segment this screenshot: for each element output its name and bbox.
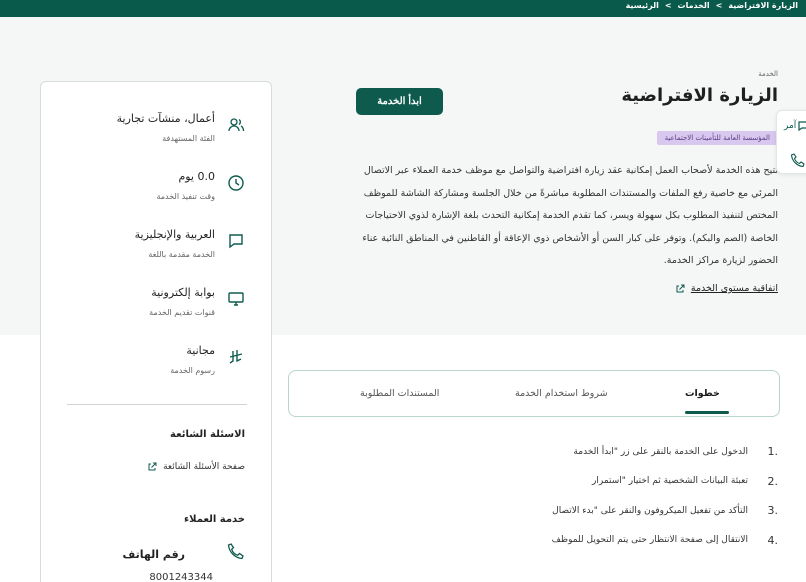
service-label: الخدمة: [758, 70, 778, 78]
page-title: الزيارة الافتراضية: [621, 85, 778, 106]
list-item: 4. الانتقال إلى صفحة الانتظار حتى يتم ال…: [418, 526, 778, 556]
sla-link[interactable]: اتفاقية مستوى الخدمة: [675, 283, 778, 294]
info-label: قنوات تقديم الخدمة: [149, 308, 215, 317]
phone-icon: [227, 543, 244, 560]
breadcrumb-home[interactable]: الرئيسية: [626, 1, 659, 10]
service-description: تتيح هذه الخدمة لأصحاب العمل إمكانية عقد…: [362, 165, 778, 266]
phone-label: رقم الهاتف: [122, 548, 185, 561]
start-service-button[interactable]: ابدأ الخدمة: [356, 88, 443, 115]
external-link-icon: [148, 462, 157, 471]
sla-link-label: اتفاقية مستوى الخدمة: [690, 283, 778, 294]
faq-link[interactable]: صفحة الأسئلة الشائعة: [147, 462, 245, 472]
service-tabs: خطوات شروط استخدام الخدمة المستندات المط…: [288, 370, 780, 417]
top-bar: الرئيسية > الخدمات > الزيارة الافتراضية: [0, 0, 806, 17]
chat-icon: [229, 234, 243, 249]
divider: [67, 404, 247, 405]
step-number: 3.: [767, 504, 779, 518]
step-text: الدخول على الخدمة بالنقر على زر "ابدأ ال…: [573, 446, 748, 457]
info-value: 0.0 يوم: [178, 170, 215, 183]
info-label: رسوم الخدمة: [170, 366, 215, 375]
service-info-card: أعمال، منشآت تجارية الفئة المستهدفة 0.0 …: [40, 81, 272, 582]
info-duration: 0.0 يوم وقت تنفيذ الخدمة: [45, 170, 215, 201]
breadcrumb-separator: >: [664, 1, 672, 10]
info-fees: مجانية رسوم الخدمة: [45, 344, 215, 375]
info-label: الخدمة مقدمة باللغة: [148, 250, 215, 259]
amer-label[interactable]: آمر: [784, 121, 796, 131]
step-number: 4.: [767, 533, 779, 547]
faq-title: الاسئلة الشائعة: [170, 429, 245, 440]
breadcrumb-current: الزيارة الافتراضية: [728, 1, 798, 10]
step-text: تعبئة البيانات الشخصية ثم اختيار "استمرا…: [592, 476, 748, 487]
info-value: أعمال، منشآت تجارية: [116, 112, 215, 125]
breadcrumb-services[interactable]: الخدمات: [678, 1, 710, 10]
phone-number[interactable]: 8001243344: [149, 572, 213, 582]
external-link-icon: [676, 284, 685, 292]
list-item: 3. التأكد من تفعيل الميكروفون والنقر على…: [418, 496, 778, 526]
list-item: 1. الدخول على الخدمة بالنقر على زر "ابدأ…: [418, 437, 778, 467]
monitor-icon: [228, 292, 244, 306]
faq-link-label: صفحة الأسئلة الشائعة: [163, 462, 245, 472]
tab-steps[interactable]: خطوات: [685, 388, 720, 399]
steps-list: 1. الدخول على الخدمة بالنقر على زر "ابدأ…: [418, 437, 778, 555]
organization-badge: المؤسسة العامة للتأمينات الاجتماعية: [656, 131, 778, 145]
step-text: الانتقال إلى صفحة الانتظار حتى يتم التحو…: [551, 535, 748, 546]
info-language: العربية والإنجليزية الخدمة مقدمة باللغة: [45, 228, 215, 259]
info-label: الفئة المستهدفة: [162, 134, 215, 143]
chat-bubble-icon[interactable]: [797, 120, 806, 132]
clock-icon: [228, 175, 244, 191]
active-tab-indicator: [685, 411, 729, 414]
info-value: مجانية: [186, 344, 215, 357]
tab-documents[interactable]: المستندات المطلوبة: [360, 388, 439, 399]
tab-terms[interactable]: شروط استخدام الخدمة: [515, 388, 608, 399]
riyal-icon: [229, 350, 243, 364]
info-target-audience: أعمال، منشآت تجارية الفئة المستهدفة: [45, 112, 215, 143]
step-number: 2.: [767, 474, 779, 488]
info-channel: بوابة إلكترونية قنوات تقديم الخدمة: [45, 286, 215, 317]
phone-icon[interactable]: [790, 152, 806, 168]
info-label: وقت تنفيذ الخدمة: [156, 192, 215, 201]
info-value: العربية والإنجليزية: [134, 228, 215, 241]
list-item: 2. تعبئة البيانات الشخصية ثم اختيار "است…: [418, 467, 778, 497]
step-text: التأكد من تفعيل الميكروفون والنقر على "ب…: [552, 505, 748, 516]
customer-service-title: خدمة العملاء: [184, 514, 245, 525]
users-icon: [228, 118, 245, 132]
breadcrumb: الرئيسية > الخدمات > الزيارة الافتراضية: [626, 1, 798, 10]
step-number: 1.: [767, 445, 779, 459]
breadcrumb-separator: >: [715, 1, 723, 10]
info-value: بوابة إلكترونية: [151, 286, 215, 299]
